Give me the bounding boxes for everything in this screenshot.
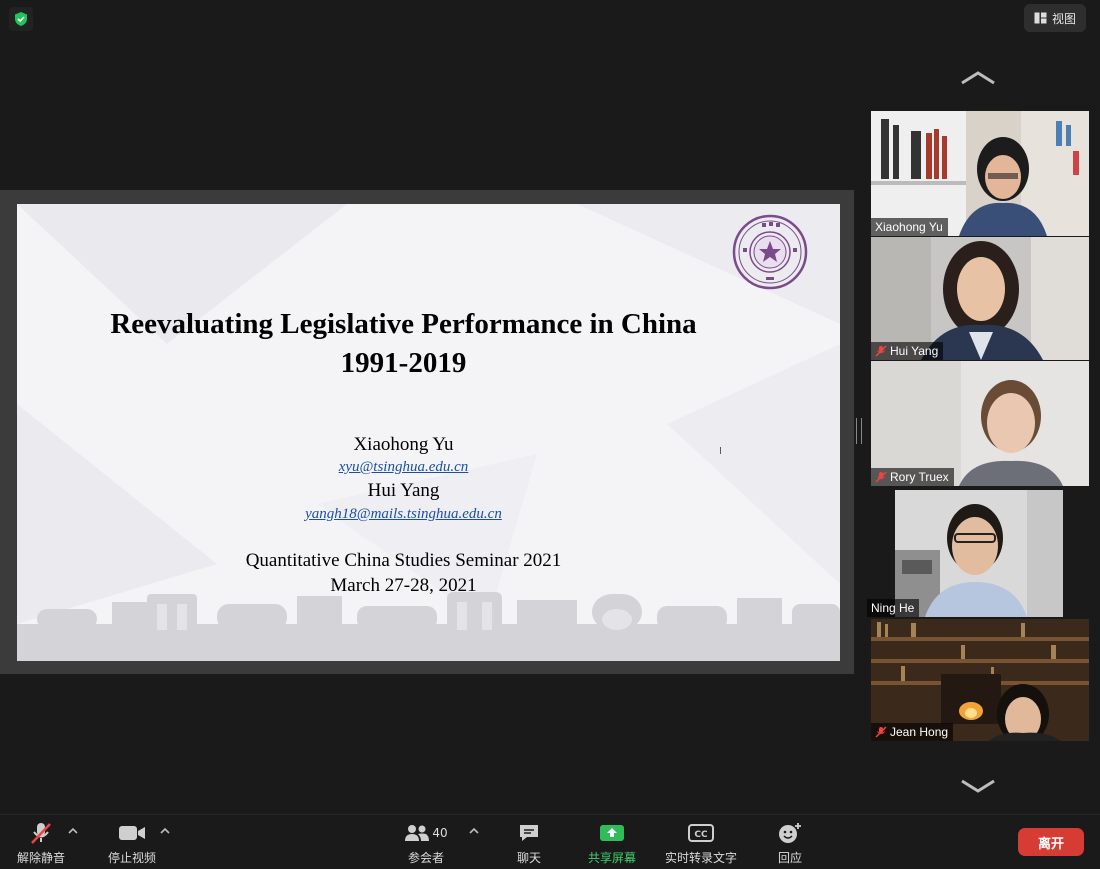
presentation-slide: Reevaluating Legislative Performance in …: [17, 204, 840, 661]
unmute-button[interactable]: 解除静音: [14, 814, 68, 868]
author-name-2: Hui Yang: [367, 480, 440, 501]
view-button[interactable]: 视图: [1024, 4, 1086, 32]
participant-name-tag: Hui Yang: [871, 342, 944, 360]
chat-button[interactable]: 聊天: [509, 814, 549, 868]
participants-options-caret-icon[interactable]: [468, 824, 480, 836]
shared-screen: Reevaluating Legislative Performance in …: [0, 190, 854, 674]
participant-tile[interactable]: Rory Truex: [871, 361, 1089, 486]
emoji-plus-icon: [778, 818, 802, 848]
chat-bubble-icon: [518, 818, 540, 848]
participant-name: Jean Hong: [890, 725, 949, 739]
stop-video-button[interactable]: 停止视频: [103, 814, 161, 868]
participants-button[interactable]: 40 参会者: [400, 814, 452, 868]
participant-name: Hui Yang: [890, 344, 939, 358]
participant-name-tag: Xiaohong Yu: [871, 218, 948, 236]
share-screen-icon: [599, 818, 625, 848]
muted-mic-icon: [29, 818, 53, 848]
text-cursor: I: [719, 446, 722, 457]
author-name-1: Xiaohong Yu: [353, 434, 454, 455]
live-transcript-button[interactable]: CC 实时转录文字: [660, 814, 742, 868]
security-shield-icon[interactable]: [9, 7, 33, 31]
leave-meeting-button[interactable]: 离开: [1018, 828, 1084, 856]
panel-resize-handle[interactable]: [856, 418, 862, 444]
view-button-label: 视图: [1051, 11, 1076, 26]
video-feed-ning: [867, 490, 1089, 617]
participant-name: Xiaohong Yu: [875, 220, 943, 234]
video-options-caret-icon[interactable]: [159, 824, 171, 836]
scroll-down-chevron-icon[interactable]: [958, 776, 998, 796]
participant-tile[interactable]: Hui Yang: [871, 237, 1089, 360]
view-grid-icon: [1034, 12, 1047, 24]
muted-mic-icon: [875, 345, 887, 357]
closed-captions-text: CC: [694, 830, 708, 840]
event-date: March 27-28, 2021: [330, 575, 477, 596]
participant-name-tag: Ning He: [867, 599, 920, 617]
slide-title: Reevaluating Legislative Performance in …: [110, 308, 697, 340]
meeting-toolbar: [0, 814, 1100, 869]
university-seal-icon: [732, 214, 808, 290]
share-screen-button[interactable]: 共享屏幕: [584, 814, 640, 868]
participant-name: Rory Truex: [890, 470, 949, 484]
muted-mic-icon: [875, 726, 887, 738]
video-camera-icon: [118, 818, 146, 848]
muted-mic-icon: [875, 471, 887, 483]
author-email-1[interactable]: xyu@tsinghua.edu.cn: [17, 459, 790, 476]
slide-years: 1991-2019: [340, 347, 467, 379]
closed-captions-icon: CC: [688, 818, 714, 848]
participant-name: Ning He: [871, 601, 915, 615]
participant-count: 40: [432, 826, 448, 840]
participant-name-tag: Jean Hong: [871, 723, 954, 741]
participant-tile[interactable]: Ning He: [867, 490, 1089, 617]
participant-name-tag: Rory Truex: [871, 468, 954, 486]
event-name: Quantitative China Studies Seminar 2021: [245, 550, 562, 571]
author-email-2[interactable]: yangh18@mails.tsinghua.edu.cn: [17, 506, 790, 523]
reactions-button[interactable]: 回应: [770, 814, 810, 868]
scroll-up-chevron-icon[interactable]: [958, 68, 998, 88]
audio-options-caret-icon[interactable]: [67, 824, 79, 836]
participant-tile[interactable]: Jean Hong: [871, 619, 1089, 741]
participant-tile[interactable]: Xiaohong Yu: [871, 111, 1089, 236]
participants-icon: [405, 825, 430, 841]
